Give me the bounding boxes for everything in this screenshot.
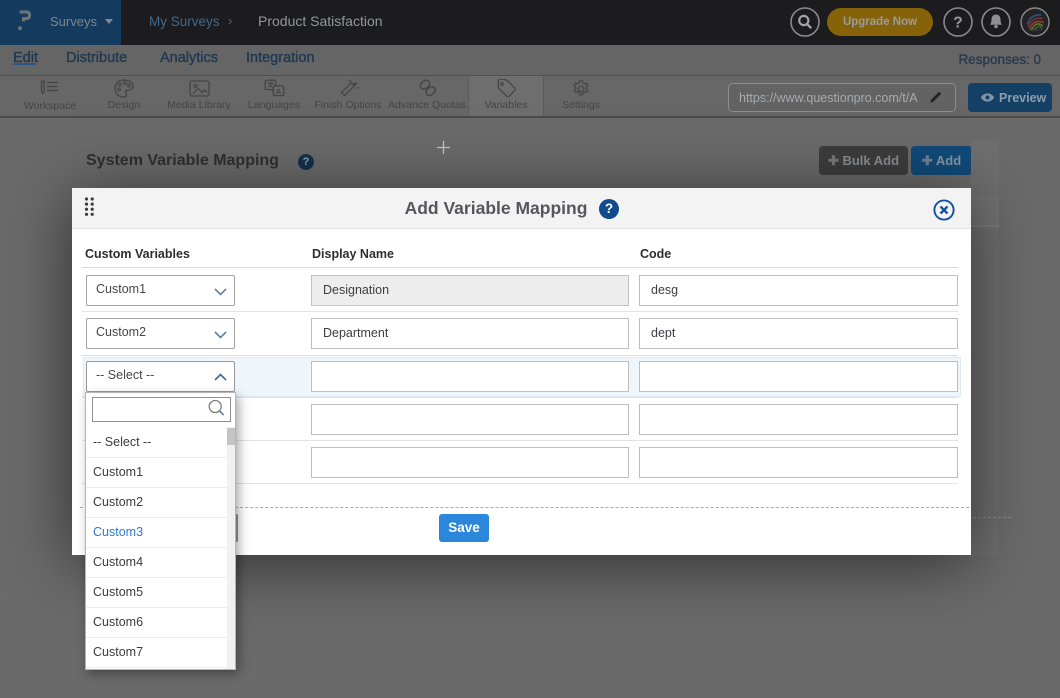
svg-text:A: A [276, 87, 282, 96]
svg-text:?: ? [953, 15, 962, 32]
